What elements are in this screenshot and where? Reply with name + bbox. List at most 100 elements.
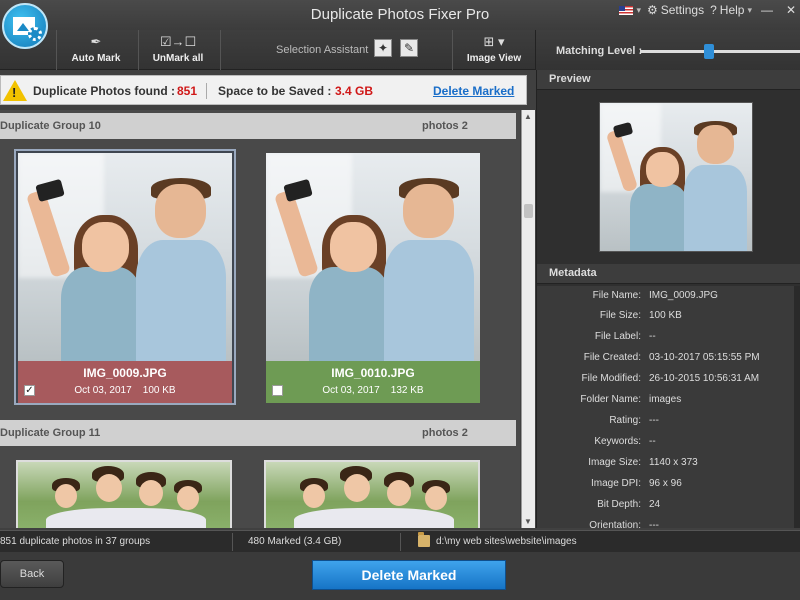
photo-thumbnail[interactable] — [266, 153, 480, 361]
settings-label: Settings — [660, 3, 705, 17]
help-menu[interactable]: ? Help ▾ — [710, 3, 752, 17]
info-divider — [206, 83, 207, 99]
auto-mark-button[interactable]: ✒ Auto Mark — [60, 30, 132, 70]
wand-icon: ✦ — [377, 41, 389, 55]
couple-selfie-image — [18, 153, 232, 361]
metadata-row: File Label: -- — [594, 331, 656, 342]
family-photo-image — [18, 462, 230, 528]
image-view-label: Image View — [466, 53, 522, 64]
matching-level-slider-thumb[interactable] — [703, 44, 714, 59]
details-panel: Preview Metadata File Name: IMG_0009.JPG … — [536, 70, 800, 528]
unmark-all-label: UnMark all — [152, 53, 204, 64]
minimize-button[interactable]: — — [758, 3, 776, 17]
metadata-row: File Created: 03-10-2017 05:15:55 PM — [583, 352, 760, 363]
preview-header: Preview — [537, 70, 800, 90]
status-folder-path: d:\my web sites\website\images — [436, 536, 577, 547]
metadata-row: Folder Name: images — [580, 394, 682, 405]
unmark-all-button[interactable]: ☑→☐ UnMark all — [140, 30, 216, 70]
photo-caption: IMG_0010.JPG Oct 03, 2017 132 KB — [266, 361, 480, 403]
metadata-header: Metadata — [537, 264, 800, 284]
scroll-down-arrow-icon[interactable]: ▼ — [524, 517, 532, 526]
app-window: Duplicate Photos Fixer Pro ▾ ⚙ Settings … — [0, 0, 800, 600]
preview-image — [599, 102, 753, 252]
close-button[interactable]: ✕ — [782, 3, 800, 17]
selection-assistant-label: Selection Assistant — [276, 44, 369, 56]
language-selector[interactable]: ▾ — [619, 5, 641, 16]
matching-level-slider[interactable] — [640, 50, 800, 53]
auto-mark-label: Auto Mark — [71, 53, 121, 64]
chevron-down-icon: ▾ — [636, 4, 641, 15]
photo-size: 132 KB — [390, 385, 424, 396]
photo-card[interactable]: IMG_0009.JPG Oct 03, 2017 100 KB ✓ — [14, 149, 236, 405]
app-logo-icon — [2, 3, 48, 49]
space-saved-value: 3.4 GB — [335, 84, 374, 98]
image-view-button[interactable]: ⊞ ▾ Image View — [458, 30, 530, 70]
matching-level-label: Matching Level : — [556, 45, 643, 57]
photo-thumbnail[interactable] — [264, 460, 480, 528]
metadata-row: Bit Depth: 24 — [597, 499, 661, 510]
photo-thumbnail[interactable] — [18, 153, 232, 361]
matching-level-bar: Matching Level : — [535, 30, 800, 70]
couple-selfie-image — [600, 103, 752, 251]
toolbar-divider — [452, 30, 453, 70]
bottom-bar: Back Delete Marked — [0, 552, 800, 600]
group-name: Duplicate Group 11 — [0, 427, 101, 439]
magic-wand-icon: ✒ — [90, 34, 102, 49]
duplicates-info-bar: ! Duplicate Photos found : 851 Space to … — [0, 75, 527, 105]
metadata-list[interactable]: File Name: IMG_0009.JPG File Size: 100 KB … — [537, 286, 800, 528]
metadata-row: Rating: --- — [609, 415, 659, 426]
photo-file-name: IMG_0010.JPG — [331, 366, 415, 380]
metadata-row: Image DPI: 96 x 96 — [590, 478, 682, 489]
photo-date: Oct 03, 2017 — [74, 385, 132, 396]
photo-date: Oct 03, 2017 — [322, 385, 380, 396]
photo-meta: Oct 03, 2017 100 KB — [18, 385, 232, 396]
group-header[interactable]: Duplicate Group 11 photos 2 — [0, 420, 516, 446]
help-icon: ? — [710, 3, 717, 17]
delete-marked-link[interactable]: Delete Marked — [433, 84, 514, 98]
toolbar-divider — [138, 30, 139, 70]
help-label: Help — [719, 3, 745, 17]
mark-checkbox[interactable]: ✓ — [24, 385, 35, 396]
scroll-up-arrow-icon[interactable]: ▲ — [524, 112, 532, 121]
photo-thumbnail[interactable] — [16, 460, 232, 528]
photo-card[interactable]: IMG_0010.JPG Oct 03, 2017 132 KB — [264, 151, 486, 407]
space-saved-label: Space to be Saved : — [218, 84, 332, 98]
settings-menu[interactable]: ⚙ Settings — [647, 3, 704, 17]
photos-found-value: 851 — [177, 84, 198, 98]
photos-found-label: Duplicate Photos found : — [33, 84, 175, 98]
group-name: Duplicate Group 10 — [0, 120, 101, 132]
selection-eraser-button[interactable]: ✎ — [400, 39, 418, 57]
group-photo-count: photos 2 — [422, 120, 468, 132]
duplicate-groups-list[interactable]: Duplicate Group 10 photos 2 IMG_0009.JPG… — [0, 110, 520, 528]
mark-checkbox[interactable] — [272, 385, 283, 396]
metadata-scrollbar[interactable] — [794, 286, 800, 528]
metadata-row: File Name: IMG_0009.JPG — [592, 290, 718, 301]
status-divider — [232, 533, 233, 551]
photo-file-name: IMG_0009.JPG — [83, 366, 167, 380]
status-bar: 851 duplicate photos in 37 groups 480 Ma… — [0, 530, 800, 552]
photo-caption: IMG_0009.JPG Oct 03, 2017 100 KB ✓ — [18, 361, 232, 403]
gear-icon: ⚙ — [646, 3, 658, 17]
toolbar-divider — [56, 30, 57, 70]
chevron-down-icon: ▾ — [747, 4, 752, 15]
family-photo-image — [266, 462, 478, 528]
status-divider — [400, 533, 401, 551]
toolbar: ✒ Auto Mark ☑→☐ UnMark all Selection Ass… — [0, 30, 535, 70]
group-header[interactable]: Duplicate Group 10 photos 2 — [0, 113, 516, 139]
selection-wand-button[interactable]: ✦ — [374, 39, 392, 57]
back-button[interactable]: Back — [0, 560, 64, 588]
scrollbar-thumb[interactable] — [524, 204, 533, 218]
photo-meta: Oct 03, 2017 132 KB — [266, 385, 480, 396]
title-bar-controls: ▾ ⚙ Settings ? Help ▾ — ✕ — [619, 2, 800, 18]
grid-view-icon: ⊞ ▾ — [483, 34, 505, 49]
gear-icon — [28, 27, 42, 41]
folder-icon — [418, 532, 430, 547]
metadata-row: File Size: 100 KB — [599, 310, 682, 321]
us-flag-icon — [619, 5, 634, 15]
eraser-icon: ✎ — [403, 41, 415, 55]
metadata-row: Keywords: -- — [594, 436, 656, 447]
metadata-row: Orientation: --- — [589, 520, 659, 528]
groups-scrollbar[interactable]: ▲ ▼ — [521, 110, 535, 528]
warning-icon: ! — [3, 80, 27, 101]
delete-marked-button[interactable]: Delete Marked — [312, 560, 506, 590]
